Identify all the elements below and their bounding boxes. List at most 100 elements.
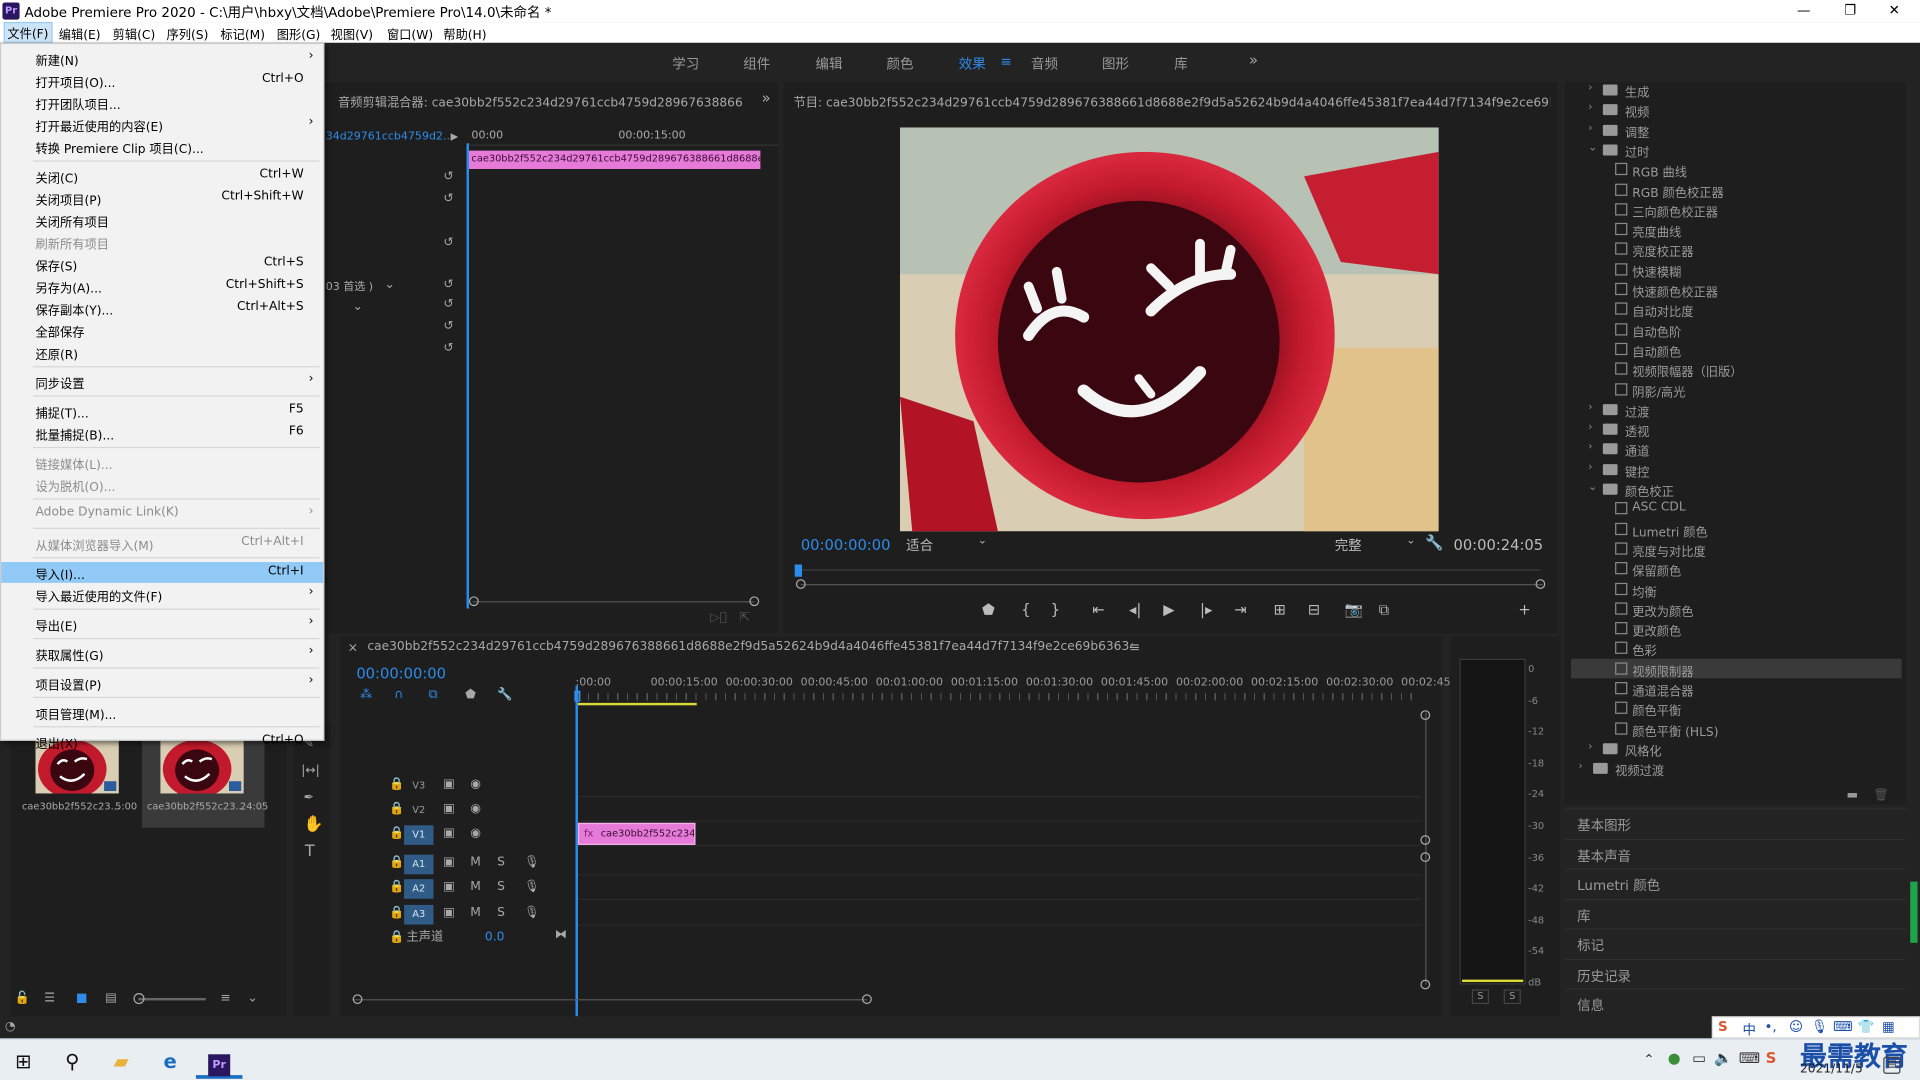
audio-track-lane[interactable] <box>577 901 1421 926</box>
track-lock-icon[interactable]: 🔒 <box>389 827 404 842</box>
effects-item[interactable]: RGB 曲线 <box>1571 159 1902 180</box>
extract-icon[interactable]: ⊟ <box>1308 602 1320 617</box>
program-video-frame[interactable] <box>900 127 1439 532</box>
file-menu-item[interactable]: 导入(I)... Ctrl+I <box>1 562 324 583</box>
network-icon[interactable]: ▭ <box>1692 1049 1706 1066</box>
effects-item[interactable]: 视频限幅器（旧版） <box>1571 359 1902 380</box>
go-to-in-icon[interactable]: ⇤ <box>1092 602 1104 617</box>
file-menu-item[interactable]: 关闭(C) Ctrl+W <box>1 165 323 186</box>
effects-item[interactable]: 均衡 <box>1571 579 1902 599</box>
track-target-button[interactable]: A2 <box>404 879 434 899</box>
solo-button[interactable]: S <box>497 880 505 895</box>
menubar-item[interactable]: 剪辑(C) <box>113 24 156 42</box>
file-menu-item[interactable]: 项目设置(P) › <box>1 672 323 693</box>
workspace-menu-icon[interactable]: ≡ <box>1000 54 1011 70</box>
file-menu-item[interactable]: 导出(E) › <box>1 613 323 635</box>
toggle-sync-icon[interactable]: ▣ <box>443 827 455 842</box>
side-panel-tab[interactable]: 标记 <box>1564 928 1906 957</box>
toggle-sync-icon[interactable]: ▣ <box>443 778 455 793</box>
solo-button[interactable]: S <box>497 856 505 871</box>
effects-folder[interactable]: › 透视 <box>1571 419 1902 439</box>
timeline-scroll-left-handle[interactable] <box>352 994 363 1005</box>
effects-folder[interactable]: › 生成 <box>1571 80 1902 100</box>
chevron-right-icon[interactable]: › <box>1588 122 1592 134</box>
menubar-item[interactable]: 图形(G) <box>277 24 321 42</box>
timeline-v-scrollbar[interactable] <box>1425 712 1427 985</box>
toggle-sync-icon[interactable]: ▣ <box>443 906 455 921</box>
premiere-taskbar-icon[interactable]: Pr <box>195 1044 243 1079</box>
track-target-button[interactable]: V2 <box>404 801 433 821</box>
track-lock-icon[interactable]: 🔒 <box>389 906 404 921</box>
input-method-icon[interactable]: ⌨ <box>1739 1049 1760 1066</box>
file-menu-item[interactable]: 捕捉(T)... F5 <box>1 400 323 421</box>
chevron-right-icon[interactable]: › <box>1578 761 1582 773</box>
menubar-item[interactable]: 窗口(W) <box>387 24 433 42</box>
effects-item[interactable]: 亮度校正器 <box>1571 239 1902 260</box>
track-lock-icon[interactable]: 🔒 <box>389 856 404 871</box>
step-back-icon[interactable]: ◂| <box>1129 602 1141 617</box>
reset-icon[interactable]: ↺ <box>443 192 453 207</box>
zoom-slider[interactable] <box>138 997 206 1001</box>
timeline-scroll-right-handle[interactable] <box>862 994 872 1005</box>
punctuation-icon[interactable]: •, <box>1764 1019 1776 1035</box>
mixer-scroll-left-handle[interactable] <box>468 596 479 607</box>
effects-folder[interactable]: › 视频过渡 <box>1571 758 1902 779</box>
timeline-vscroll-top-handle[interactable] <box>1420 710 1431 721</box>
file-menu-item[interactable]: 新建(N) › <box>1 48 323 69</box>
track-lock-icon[interactable]: 🔒 <box>389 931 404 946</box>
timeline-h-scrollbar[interactable] <box>352 999 867 1001</box>
track-target-button[interactable]: V3 <box>404 776 433 796</box>
file-menu-item[interactable]: 另存为(A)... Ctrl+Shift+S <box>1 276 323 296</box>
track-lock-icon[interactable]: 🔒 <box>389 802 404 817</box>
eye-icon[interactable]: ◉ <box>470 802 481 817</box>
chevron-down-icon[interactable]: ⌄ <box>1588 481 1597 493</box>
chevron-right-icon[interactable]: › <box>1588 82 1592 94</box>
program-playhead[interactable] <box>794 564 803 577</box>
file-menu-item[interactable]: 打开最近使用的内容(E) › <box>1 114 323 135</box>
menubar-item[interactable]: 文件(F) <box>3 22 53 43</box>
effects-folder[interactable]: › 调整 <box>1571 120 1902 140</box>
effects-item[interactable]: 颜色平衡 (HLS) <box>1571 718 1902 739</box>
mark-in-icon[interactable]: { <box>1021 602 1030 617</box>
effects-item[interactable]: 自动色阶 <box>1571 319 1902 340</box>
solo-button[interactable]: S <box>497 906 505 921</box>
workspace-tab[interactable]: 编辑 <box>816 54 843 74</box>
file-menu-item[interactable]: 退出(X) Ctrl+Q <box>1 731 323 751</box>
green-scroll-indicator[interactable] <box>1910 881 1918 943</box>
freeform-view-icon[interactable]: ▤ <box>105 992 117 1007</box>
workspace-tab[interactable]: 效果 <box>959 54 986 74</box>
effects-item[interactable]: 视频限制器 <box>1571 658 1902 679</box>
effects-item[interactable]: 颜色平衡 <box>1571 698 1902 719</box>
reset-icon[interactable]: ↺ <box>443 278 453 293</box>
menubar-item[interactable]: 帮助(H) <box>443 24 486 42</box>
search-icon[interactable]: ⚲ <box>49 1044 96 1078</box>
effects-folder[interactable]: › 视频 <box>1571 100 1902 120</box>
reset-icon[interactable]: ↺ <box>443 342 453 357</box>
play-icon[interactable]: ▶ <box>1163 602 1174 617</box>
track-target-button[interactable]: V1 <box>404 825 434 845</box>
workspace-tab[interactable]: 颜色 <box>887 54 914 74</box>
zoom-slider-handle[interactable] <box>133 993 145 1005</box>
emoji-icon[interactable]: ☺ <box>1789 1019 1803 1035</box>
menubar-item[interactable]: 序列(S) <box>167 24 209 42</box>
restore-icon[interactable]: ❐ <box>1829 0 1871 22</box>
track-lock-icon[interactable]: 🔒 <box>389 778 404 793</box>
file-menu-item[interactable]: 项目管理(M)... <box>1 702 323 722</box>
chevron-down-icon[interactable]: ⌄ <box>247 992 257 1007</box>
microphone-icon[interactable]: 🎙 <box>524 856 540 871</box>
timeline-timecode[interactable]: 00:00:00:00 <box>356 665 446 682</box>
file-menu-item[interactable]: 打开项目(O)... Ctrl+O <box>1 70 323 90</box>
workspace-tab[interactable]: 图形 <box>1102 54 1129 74</box>
edge-browser-icon[interactable]: e <box>147 1044 194 1078</box>
workspace-tab[interactable]: 音频 <box>1031 54 1058 74</box>
file-menu-item[interactable]: 保存副本(Y)... Ctrl+Alt+S <box>1 298 323 318</box>
keyboard-icon[interactable]: ⌨ <box>1833 1019 1852 1035</box>
go-to-out-icon[interactable]: ⇥ <box>1234 602 1246 617</box>
reset-icon[interactable]: ↺ <box>443 236 453 251</box>
timeline-clip-v1[interactable]: fx cae30bb2f552c234d <box>577 822 696 845</box>
snap-magnet-icon[interactable]: ∩ <box>394 688 403 703</box>
side-panel-tab[interactable]: Lumetri 颜色 <box>1564 868 1906 897</box>
effects-item[interactable]: 亮度曲线 <box>1571 219 1902 240</box>
linked-selection-icon[interactable]: ⧉ <box>429 688 438 703</box>
list-view-icon[interactable]: ☰ <box>44 992 55 1007</box>
